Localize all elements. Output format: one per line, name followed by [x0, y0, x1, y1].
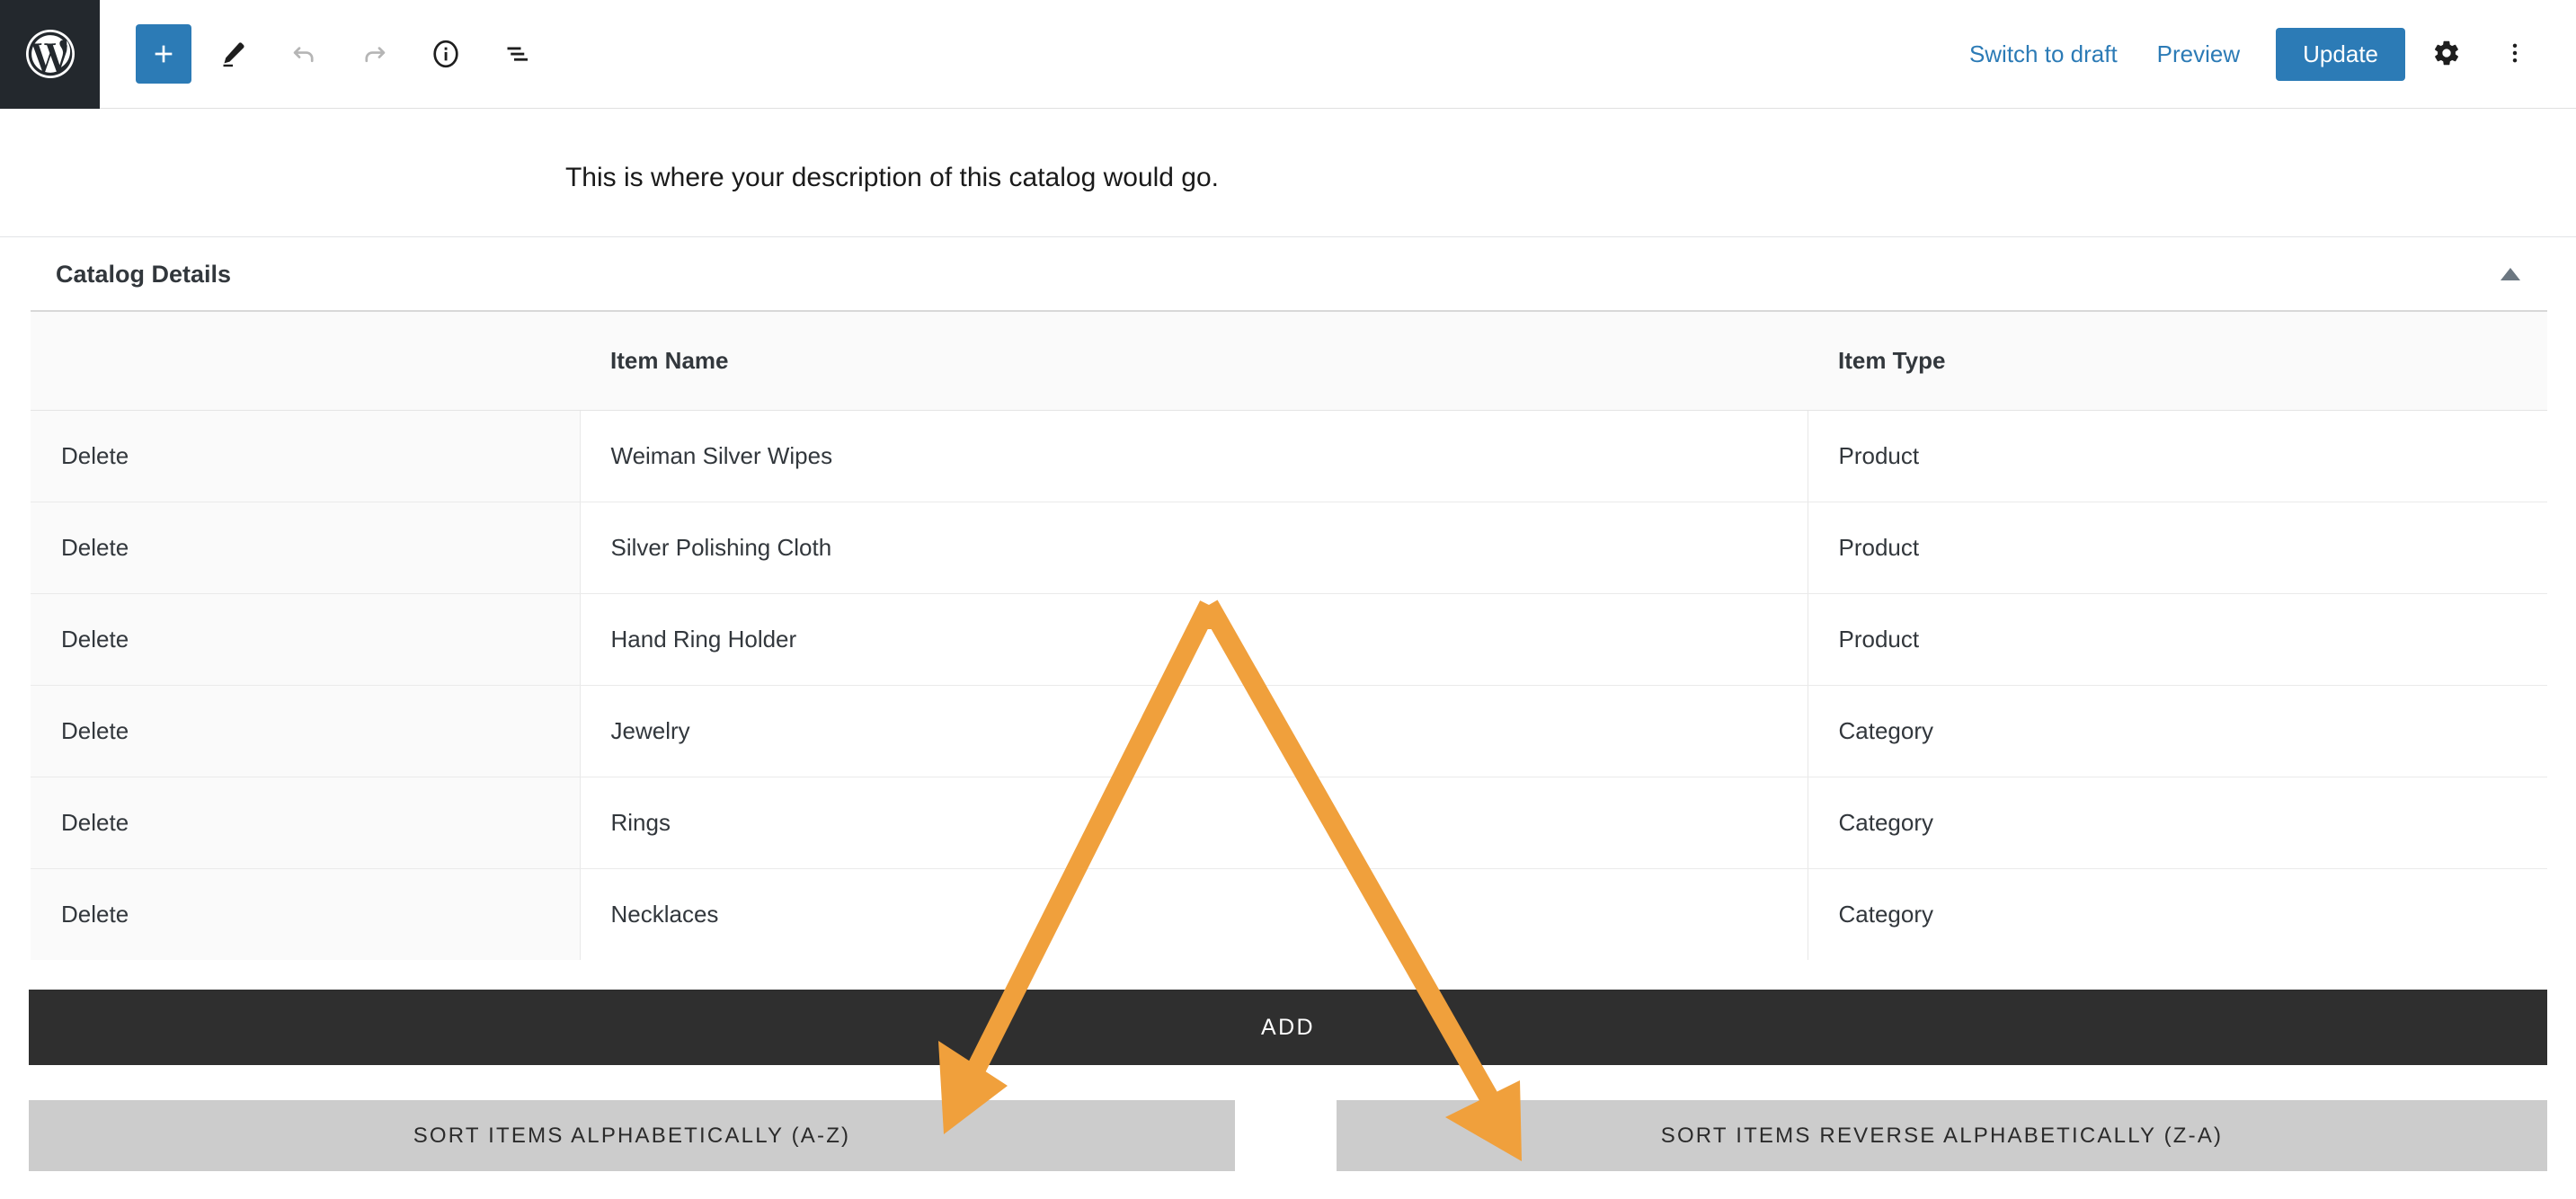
table-row: Delete Jewelry Category	[31, 685, 2547, 777]
preview-button[interactable]: Preview	[2137, 31, 2260, 77]
redo-button[interactable]	[345, 24, 404, 84]
add-block-button[interactable]	[136, 24, 191, 84]
item-name-cell: Weiman Silver Wipes	[580, 410, 1808, 502]
toolbar-actions-group: Switch to draft Preview Update	[1950, 27, 2576, 81]
item-name-cell: Rings	[580, 777, 1808, 869]
delete-item-button[interactable]: Delete	[31, 410, 581, 502]
catalog-items-table: Item Name Item Type Delete Weiman Silver…	[31, 310, 2547, 960]
item-name-cell: Necklaces	[580, 868, 1808, 960]
item-name-cell: Hand Ring Holder	[580, 593, 1808, 686]
wordpress-logo-button[interactable]	[0, 0, 100, 109]
details-button[interactable]	[416, 24, 475, 84]
delete-item-button[interactable]: Delete	[31, 777, 581, 869]
undo-button[interactable]	[274, 24, 333, 84]
column-header-actions	[31, 311, 580, 411]
editor-toolbar: Switch to draft Preview Update	[0, 0, 2576, 109]
delete-item-button[interactable]: Delete	[31, 685, 581, 777]
item-name-cell: Silver Polishing Cloth	[580, 502, 1808, 594]
list-view-button[interactable]	[487, 24, 546, 84]
description-block-area: This is where your description of this c…	[0, 109, 2576, 237]
table-body: Delete Weiman Silver Wipes Product Delet…	[31, 410, 2547, 960]
item-type-cell: Product	[1808, 502, 2547, 594]
catalog-details-panel: Catalog Details Item Name Item Type Dele…	[31, 238, 2547, 960]
wordpress-block-editor-page: Switch to draft Preview Update This is w…	[0, 0, 2576, 1199]
wordpress-logo-icon	[23, 27, 77, 81]
table-row: Delete Hand Ring Holder Product	[31, 593, 2547, 686]
delete-item-button[interactable]: Delete	[31, 593, 581, 686]
caret-up-icon	[2500, 268, 2520, 280]
item-type-cell: Category	[1808, 685, 2547, 777]
more-options-button[interactable]	[2488, 27, 2542, 81]
three-dots-vertical-icon	[2502, 40, 2527, 68]
update-button[interactable]: Update	[2276, 27, 2405, 81]
sort-items-alphabetically-button[interactable]: SORT ITEMS ALPHABETICALLY (A-Z)	[29, 1100, 1235, 1171]
table-row: Delete Rings Category	[31, 777, 2547, 869]
item-type-cell: Product	[1808, 410, 2547, 502]
item-type-cell: Category	[1808, 777, 2547, 869]
settings-button[interactable]	[2420, 27, 2474, 81]
item-type-cell: Product	[1808, 593, 2547, 686]
delete-item-button[interactable]: Delete	[31, 502, 581, 594]
delete-item-button[interactable]: Delete	[31, 868, 581, 960]
table-row: Delete Weiman Silver Wipes Product	[31, 410, 2547, 502]
sort-items-reverse-alphabetically-button[interactable]: SORT ITEMS REVERSE ALPHABETICALLY (Z-A)	[1337, 1100, 2547, 1171]
table-header-row: Item Name Item Type	[31, 311, 2547, 411]
panel-title: Catalog Details	[56, 260, 232, 288]
item-name-cell: Jewelry	[580, 685, 1808, 777]
column-header-item-type: Item Type	[1808, 311, 2547, 411]
panel-collapse-toggle[interactable]	[2490, 253, 2531, 295]
add-item-button[interactable]: ADD	[29, 990, 2547, 1065]
catalog-description-text[interactable]: This is where your description of this c…	[0, 160, 1784, 195]
switch-to-draft-button[interactable]: Switch to draft	[1950, 31, 2137, 77]
edit-tool-button[interactable]	[203, 24, 262, 84]
column-header-item-name: Item Name	[580, 311, 1808, 411]
catalog-details-header: Catalog Details	[31, 238, 2547, 310]
table-row: Delete Silver Polishing Cloth Product	[31, 502, 2547, 594]
table-header: Item Name Item Type	[31, 311, 2547, 411]
toolbar-tools-group	[100, 24, 546, 84]
item-type-cell: Category	[1808, 868, 2547, 960]
table-row: Delete Necklaces Category	[31, 868, 2547, 960]
gear-icon	[2432, 39, 2461, 70]
